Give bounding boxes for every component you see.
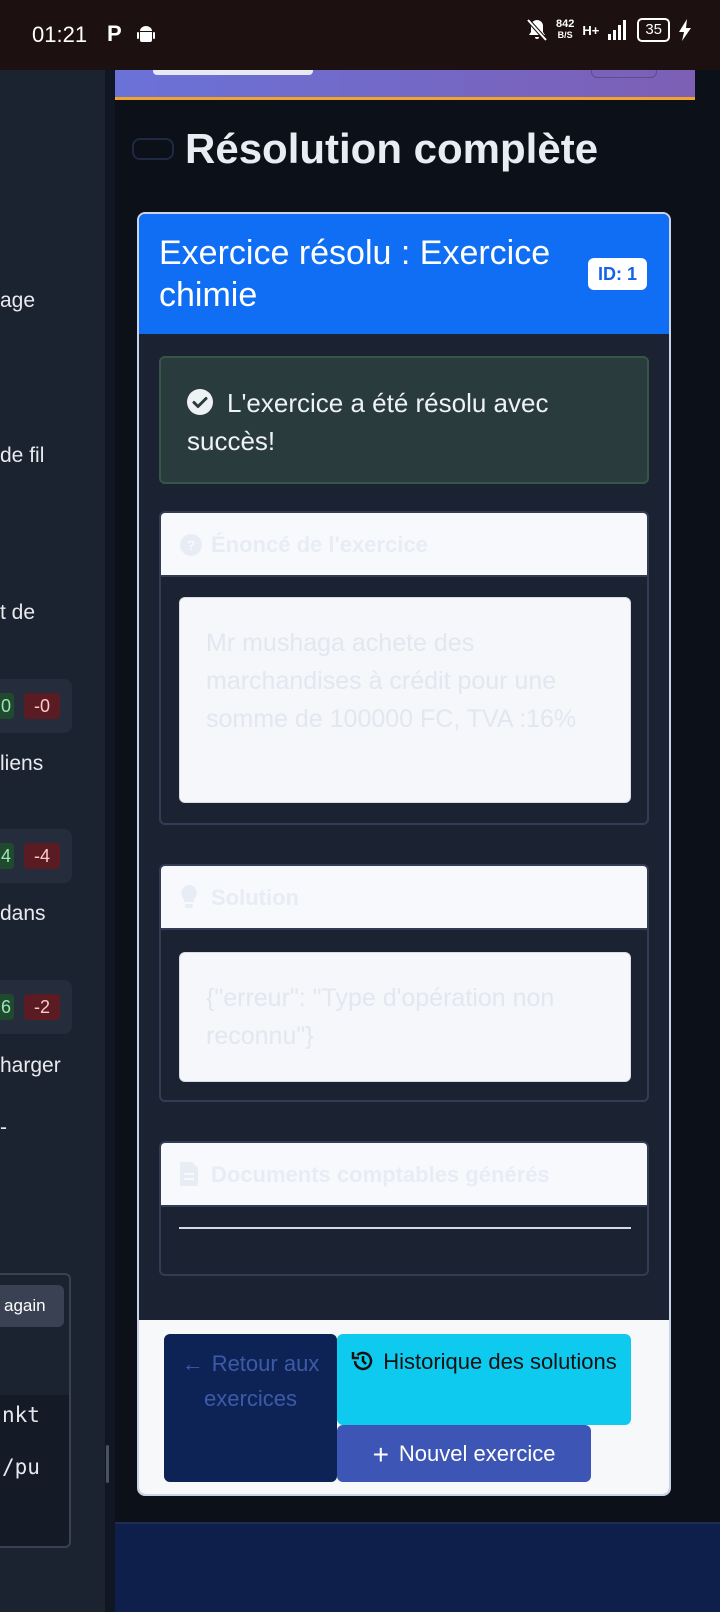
diff-removed: -4 <box>24 843 60 869</box>
page-title: Résolution complète <box>185 125 599 172</box>
net-speed-value: 842 <box>555 18 575 30</box>
documents-header: Documents comptables générés <box>161 1143 647 1207</box>
main-content: Résolution complète Exercice résolu : Ex… <box>115 70 720 1612</box>
diff-stat: 4 -4 <box>0 829 72 883</box>
card-title: Exercice résolu : Exercice chimie <box>159 234 551 314</box>
diff-stat: 0 -0 <box>0 679 72 733</box>
solution-header: Solution <box>161 866 647 930</box>
diff-added: 6 <box>0 994 14 1020</box>
new-button-label: Nouvel exercice <box>398 1441 556 1466</box>
sidebar-text: age <box>0 289 36 312</box>
resize-handle[interactable] <box>106 1445 109 1483</box>
card-header: Exercice résolu : Exercice chimie ID: 1 <box>139 214 669 334</box>
lightbulb-icon <box>181 885 197 908</box>
battery-icon: 35 <box>637 18 670 42</box>
solution-text: {"erreur": "Type d'opération non reconnu… <box>179 952 631 1082</box>
parking-icon: P <box>107 21 122 46</box>
sidebar-text: - <box>0 1116 7 1139</box>
top-navbar <box>115 70 695 100</box>
network-type: H+ <box>582 22 600 38</box>
sidebar-text: de fil <box>0 444 45 467</box>
sidebar-text: dans <box>0 902 46 925</box>
diff-stat: 6 -2 <box>0 980 72 1034</box>
documents-section: Documents comptables générés <box>159 1141 649 1276</box>
solution-section: Solution {"erreur": "Type d'opération no… <box>159 864 649 1102</box>
code-area: nkt /pu <box>0 1395 69 1546</box>
net-speed-unit: B/S <box>557 30 573 40</box>
net-speed: 842 B/S <box>556 19 574 41</box>
arrow-left-icon: ← <box>181 1351 204 1376</box>
success-message: L'exercice a été résolu avec succès! <box>187 388 549 456</box>
try-again-button[interactable]: again <box>0 1285 64 1327</box>
diff-removed: -2 <box>24 994 60 1020</box>
code-line: /pu <box>2 1455 40 1479</box>
check-circle-icon <box>187 389 213 415</box>
svg-text:?: ? <box>187 537 196 553</box>
result-card: Exercice résolu : Exercice chimie ID: 1 … <box>137 212 671 1496</box>
file-icon <box>180 1162 198 1186</box>
diff-added: 0 <box>0 693 14 719</box>
status-bar: 01:21 P 842 B/S H+ 35 <box>0 0 720 70</box>
history-button-label: Historique des solutions <box>383 1349 617 1374</box>
new-exercise-button[interactable]: + Nouvel exercice <box>337 1425 591 1482</box>
navbar-brand[interactable] <box>153 70 313 75</box>
solution-history-button[interactable]: Historique des solutions <box>337 1334 631 1425</box>
title-icon <box>132 138 174 160</box>
navbar-toggle-button[interactable] <box>591 70 657 78</box>
statement-title: Énoncé de l'exercice <box>211 532 428 557</box>
statement-text: Mr mushaga achete des marchandises à cré… <box>179 597 631 803</box>
page-footer <box>115 1522 720 1612</box>
signal-icon <box>608 20 627 40</box>
question-circle-icon: ? <box>180 534 202 556</box>
splitter[interactable] <box>105 70 115 1612</box>
code-line: nkt <box>2 1403 40 1427</box>
statement-header: ? Énoncé de l'exercice <box>161 513 647 577</box>
charging-icon <box>679 19 691 41</box>
status-right-group: 842 B/S H+ 35 <box>526 18 692 42</box>
diff-removed: -0 <box>24 693 60 719</box>
success-alert: L'exercice a été résolu avec succès! <box>159 356 649 484</box>
sidebar-panel: age de fil t de 0 -0 liens 4 -4 dans 6 -… <box>0 70 105 1612</box>
statement-section: ? Énoncé de l'exercice Mr mushaga achete… <box>159 511 649 825</box>
back-button-label: Retour aux exercices <box>204 1351 320 1411</box>
solution-title: Solution <box>211 885 299 910</box>
android-icon <box>137 26 155 42</box>
card-footer: ← Retour aux exercices Historique des sol… <box>139 1320 669 1494</box>
documents-title: Documents comptables générés <box>211 1162 550 1187</box>
terminal-panel: again nkt /pu <box>0 1273 71 1548</box>
divider <box>179 1227 631 1229</box>
status-time: 01:21 <box>32 22 88 47</box>
back-to-exercises-button[interactable]: ← Retour aux exercices <box>164 1334 337 1482</box>
sidebar-text: liens <box>0 752 44 775</box>
history-icon <box>351 1351 373 1371</box>
sidebar-text: harger <box>0 1054 61 1077</box>
plus-icon: + <box>372 1439 389 1470</box>
bell-muted-icon <box>526 18 548 42</box>
sidebar-text: t de <box>0 601 36 624</box>
id-badge: ID: 1 <box>588 258 648 290</box>
diff-added: 4 <box>0 843 14 869</box>
